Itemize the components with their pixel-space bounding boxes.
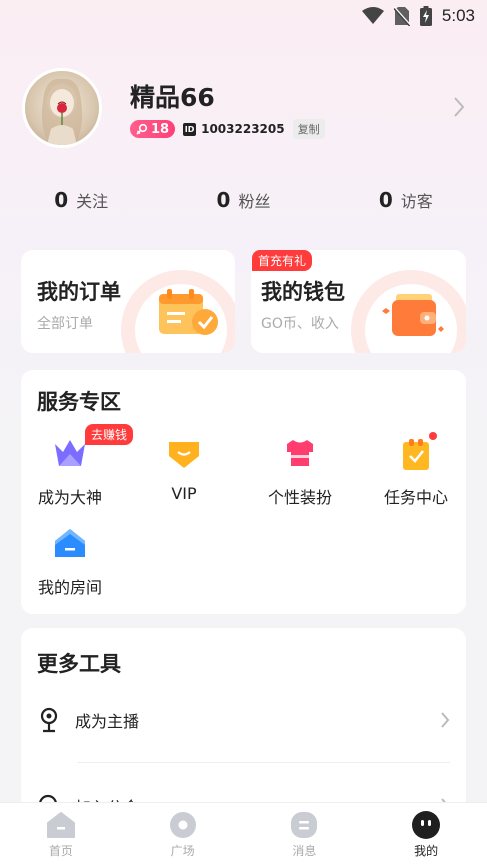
bottom-nav: 首页 广场 消息 我的: [0, 802, 487, 867]
user-id: 1003223205: [201, 122, 285, 136]
service-become-god[interactable]: 成为大神: [21, 438, 120, 508]
level-number: 18: [151, 121, 170, 137]
nav-profile[interactable]: 我的: [365, 803, 487, 867]
stats-row: 0 关注 0 粉丝 0 访客: [0, 188, 487, 212]
chevron-right-icon: [441, 712, 450, 728]
house-icon: [55, 529, 85, 557]
wallet-icon: [382, 294, 444, 336]
tool-label: 成为主播: [75, 712, 140, 731]
service-label: VIP: [171, 484, 197, 503]
earn-money-badge: 去赚钱: [85, 424, 134, 445]
stat-visitors[interactable]: 0 访客: [325, 188, 487, 212]
battery-charging-icon: [419, 6, 432, 26]
gender-level-badge: 18: [130, 120, 176, 138]
service-label: 任务中心: [383, 488, 448, 507]
visitors-label: 访客: [400, 192, 433, 211]
following-label: 关注: [76, 192, 109, 211]
notification-dot: [429, 432, 437, 440]
nav-plaza[interactable]: 广场: [122, 803, 244, 867]
wallet-title: 我的钱包: [261, 280, 345, 304]
female-gender-icon: [136, 123, 148, 135]
username: 精品66: [130, 83, 215, 112]
orders-title: 我的订单: [37, 280, 121, 304]
wifi-icon: [361, 7, 384, 24]
service-decorations[interactable]: 个性装扮: [250, 438, 350, 508]
fans-label: 粉丝: [238, 192, 271, 211]
more-tools-card: 更多工具 成为主播 加入公会: [21, 628, 466, 828]
service-label: 我的房间: [37, 578, 102, 597]
nav-label: 消息: [292, 844, 317, 858]
orders-calendar-icon: [159, 289, 218, 335]
following-count: 0: [54, 188, 69, 212]
visitors-count: 0: [378, 188, 393, 212]
fans-count: 0: [216, 188, 231, 212]
nav-home[interactable]: 首页: [0, 803, 122, 867]
task-clipboard-icon: [403, 439, 429, 470]
stat-fans[interactable]: 0 粉丝: [162, 188, 324, 212]
tool-become-streamer[interactable]: 成为主播: [37, 692, 450, 748]
service-label: 成为大神: [37, 488, 102, 507]
orders-subtitle: 全部订单: [37, 316, 93, 332]
clock-time: 5:03: [441, 6, 475, 25]
no-sim-icon: [393, 6, 410, 26]
status-bar: 5:03: [0, 0, 487, 34]
my-orders-card[interactable]: 我的订单 全部订单: [21, 250, 235, 353]
chevron-right-icon[interactable]: [453, 96, 465, 118]
crown-icon: [55, 440, 85, 466]
home-icon: [46, 812, 75, 838]
vip-diamond-icon: [169, 442, 199, 468]
service-my-room[interactable]: 我的房间: [21, 528, 120, 598]
wallet-subtitle: GO币、收入: [261, 316, 339, 332]
nav-label: 广场: [170, 844, 195, 858]
profile-meta: 18 ID 1003223205 复制: [130, 119, 325, 139]
nav-messages[interactable]: 消息: [244, 803, 366, 867]
service-vip[interactable]: VIP: [134, 438, 234, 503]
service-label: 个性装扮: [267, 488, 332, 507]
avatar[interactable]: [22, 68, 102, 148]
message-icon: [291, 812, 318, 838]
first-recharge-badge: 首充有礼: [252, 250, 313, 271]
copy-id-button[interactable]: 复制: [292, 119, 325, 139]
shirt-icon: [287, 440, 313, 466]
tools-title: 更多工具: [37, 652, 121, 676]
microphone-icon: [40, 707, 58, 733]
id-icon: ID: [183, 122, 197, 136]
stat-following[interactable]: 0 关注: [0, 188, 162, 212]
service-task-center[interactable]: 任务中心: [366, 432, 466, 508]
services-card: 服务专区 成为大神 去赚钱 VIP 个性装扮 任务中心 我的房间: [21, 370, 466, 614]
services-title: 服务专区: [37, 390, 121, 414]
divider: [77, 762, 450, 763]
plaza-icon: [169, 812, 196, 838]
nav-label: 我的: [414, 844, 439, 858]
nav-label: 首页: [48, 844, 73, 858]
profile-face-icon: [412, 811, 441, 839]
